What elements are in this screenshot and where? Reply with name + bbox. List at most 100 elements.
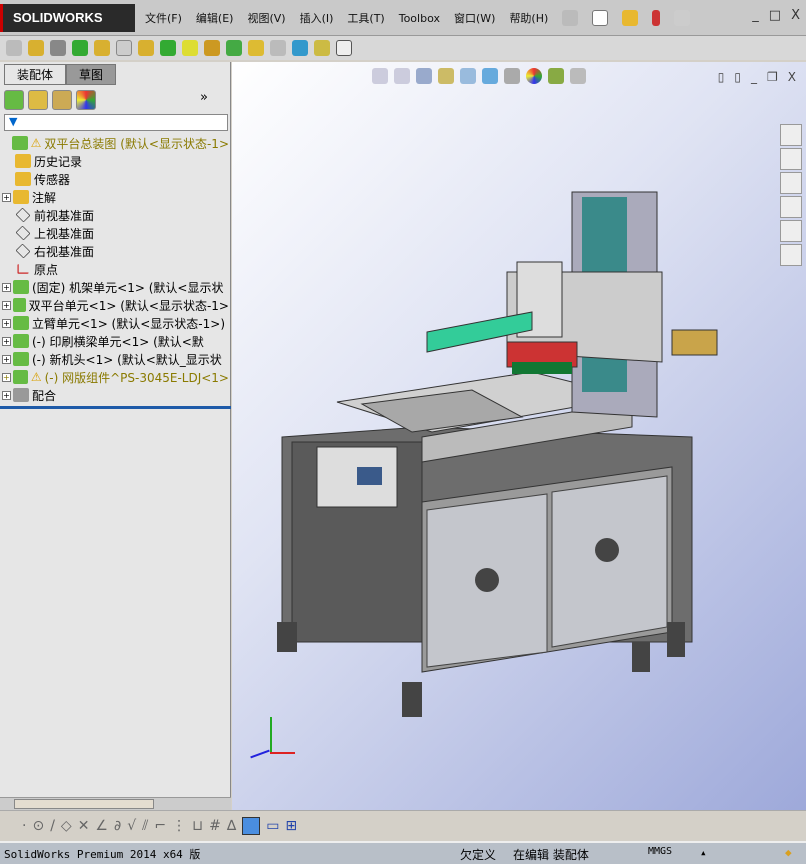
grid-icon[interactable]: # [209,818,221,834]
tree-node[interactable]: + 双平台单元<1> (默认<显示状态-1> [2,296,229,314]
tree-filter[interactable]: ▼ [4,114,228,131]
tree-node[interactable]: + ⚠ (-) 网版组件^PS-3045E-LDJ<1> [2,368,229,386]
single-view-icon[interactable]: ▭ [266,818,279,834]
expand-chevron-icon[interactable]: » [200,90,208,110]
configuration-manager-icon[interactable] [52,90,72,110]
explode-line-icon[interactable] [270,40,286,56]
rebuild-icon[interactable] [652,10,661,26]
new-document-icon[interactable] [592,10,609,26]
tree-node[interactable]: + 立臂单元<1> (默认<显示状态-1>) [2,314,229,332]
show-hidden-icon[interactable] [138,40,154,56]
point-icon[interactable]: · [22,818,26,834]
tree-node[interactable]: 历史记录 [2,152,229,170]
menu-file[interactable]: 文件(F) [145,10,182,26]
pattern-icon[interactable] [72,40,88,56]
assembly-icon [13,316,29,330]
tree-node[interactable]: + 配合 [2,386,229,404]
feature-manager-icon[interactable] [4,90,24,110]
file-explorer-icon[interactable] [780,172,802,194]
close-button[interactable]: X [791,8,800,23]
tag-icon[interactable]: ◆ [785,846,792,859]
extend-icon[interactable]: ∠ [95,818,108,834]
display-manager-icon[interactable] [76,90,96,110]
maximize-button[interactable]: □ [769,8,781,23]
tree-node[interactable]: + (固定) 机架单元<1> (默认<显示状 [2,278,229,296]
tree-node[interactable]: 右视基准面 [2,242,229,260]
tree-node[interactable]: + (-) 印刷横梁单元<1> (默认<默 [2,332,229,350]
expand-toggle[interactable]: + [2,354,11,364]
design-library-icon[interactable] [780,148,802,170]
polygon-icon[interactable]: ◇ [61,818,72,834]
tab-sketch[interactable]: 草图 [66,64,117,85]
four-view-icon[interactable]: ⊞ [285,818,297,834]
construction-icon[interactable]: ⋮ [172,818,186,834]
expand-toggle[interactable]: + [2,336,11,346]
open-icon[interactable] [622,10,639,26]
units-arrow-icon[interactable]: ▴ [700,846,707,859]
custom-properties-icon[interactable] [780,244,802,266]
pin-icon[interactable] [562,10,579,26]
property-manager-icon[interactable] [28,90,48,110]
graphics-viewport[interactable]: ▯ ▯ _ ❐ X [232,62,806,810]
tree-node[interactable]: ⚠ 双平台总装图 (默认<显示状态-1> [2,134,229,152]
assembly-features-icon[interactable] [160,40,176,56]
menu-insert[interactable]: 插入(I) [300,10,334,26]
menu-tools[interactable]: 工具(T) [347,10,384,26]
mate-icon[interactable] [50,40,66,56]
tree-node-label: 立臂单元<1> (默认<显示状态-1>) [32,316,225,331]
tree-node[interactable]: 上视基准面 [2,224,229,242]
offset-icon[interactable]: ⫽ [142,818,148,834]
tree-node[interactable]: 前视基准面 [2,206,229,224]
menu-toolbox[interactable]: Toolbox [399,12,440,25]
feature-manager-panel: 装配体 草图 » ▼ ⚠ 双平台总装图 (默认<显示状态-1> 历史记录 传感器 + 注解… [0,62,231,810]
expand-toggle[interactable]: + [2,192,11,202]
tab-assembly[interactable]: 装配体 [4,64,67,85]
home-icon[interactable] [780,124,802,146]
menu-window[interactable]: 窗口(W) [454,10,495,26]
menu-view[interactable]: 视图(V) [247,10,285,26]
tree-node-label: (-) 新机头<1> (默认<默认_显示状 [32,352,222,367]
dimension-icon[interactable]: ⊔ [192,818,203,834]
line-icon[interactable]: / [50,818,55,834]
smart-fasteners-icon[interactable] [94,40,110,56]
horizontal-scrollbar[interactable] [0,797,231,810]
exploded-view-icon[interactable] [248,40,264,56]
interference-icon[interactable] [292,40,308,56]
expand-toggle[interactable]: + [2,372,11,382]
instant3d-icon[interactable] [314,40,330,56]
tree-node[interactable]: 原点 [2,260,229,278]
tree-node[interactable]: 传感器 [2,170,229,188]
view-palette-icon[interactable] [780,196,802,218]
machine-frame [277,426,693,717]
tree-node[interactable]: + (-) 新机头<1> (默认<默认_显示状 [2,350,229,368]
circle-icon[interactable]: ⊙ [32,818,44,834]
3d-view-icon[interactable] [242,816,261,835]
insert-component-icon[interactable] [6,40,22,56]
expand-toggle[interactable]: + [2,390,11,400]
new-part-icon[interactable] [28,40,44,56]
large-assembly-icon[interactable] [336,40,352,56]
expand-toggle[interactable]: + [2,318,11,328]
appearances-icon[interactable] [780,220,802,242]
fillet-icon[interactable]: ∂ [114,818,121,834]
plane-icon [15,243,31,259]
scroll-thumb[interactable] [14,799,154,809]
reference-geometry-icon[interactable] [182,40,198,56]
menu-edit[interactable]: 编辑(E) [196,10,234,26]
bom-icon[interactable] [226,40,242,56]
tree-node[interactable]: + 注解 [2,188,229,206]
new-motion-study-icon[interactable] [204,40,220,56]
corner-icon[interactable]: ⌐ [154,818,166,834]
expand-toggle[interactable]: + [2,282,11,292]
chamfer-icon[interactable]: √ [127,818,136,834]
unit-system[interactable]: MMGS [648,846,672,857]
expand-toggle[interactable]: + [2,300,11,310]
tree-node-label: 原点 [34,262,59,277]
help-icon[interactable] [674,10,691,26]
trim-icon[interactable]: ✕ [78,818,90,834]
menu-help[interactable]: 帮助(H) [509,10,548,26]
tree-node-label: 注解 [32,190,57,205]
minimize-button[interactable]: _ [752,8,759,23]
move-component-icon[interactable] [116,40,132,56]
angle-icon[interactable]: ∆ [227,818,236,834]
